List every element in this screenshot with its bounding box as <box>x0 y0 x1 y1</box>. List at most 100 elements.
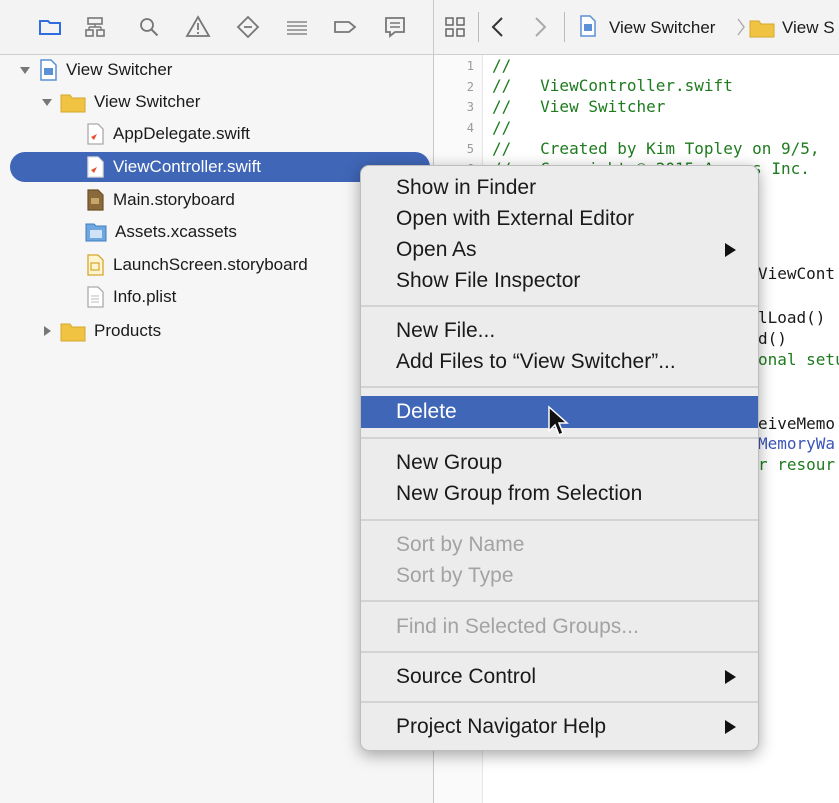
plist-icon <box>87 286 104 308</box>
menu-item-new-group[interactable]: New Group <box>361 447 758 478</box>
submenu-arrow-icon <box>725 243 736 257</box>
tree-label: Main.storyboard <box>113 190 235 209</box>
menu-item-open-external-editor[interactable]: Open with External Editor <box>361 203 758 234</box>
project-file-icon <box>580 15 596 37</box>
menu-separator <box>361 305 758 307</box>
menu-item-source-control[interactable]: Source Control <box>361 661 758 692</box>
line-number: 3 <box>466 100 474 114</box>
storyboard-icon <box>87 254 104 276</box>
menu-item-label: New Group from Selection <box>396 481 643 505</box>
code-line[interactable]: // <box>492 118 511 137</box>
code-line[interactable]: // <box>492 56 511 75</box>
menu-item-open-as[interactable]: Open As <box>361 234 758 265</box>
tree-row-file[interactable]: Main.storyboard <box>85 186 235 214</box>
menu-item-label: Add Files to “View Switcher”... <box>396 349 676 373</box>
code-fragment[interactable]: r resour <box>758 455 835 474</box>
list-icon[interactable] <box>284 14 310 40</box>
disclosure-closed-icon[interactable] <box>40 324 54 338</box>
search-icon[interactable] <box>136 14 162 40</box>
tree-label: AppDelegate.swift <box>113 124 251 143</box>
folder-icon <box>60 94 86 113</box>
code-fragment[interactable]: eiveMemo <box>758 414 835 433</box>
folder-icon <box>749 20 775 38</box>
code-line[interactable]: // ViewController.swift <box>492 76 733 95</box>
menu-item-label: Show File Inspector <box>396 268 581 292</box>
code-line[interactable]: // Created by Kim Topley on 9/5, <box>492 139 820 158</box>
menu-item-show-in-finder[interactable]: Show in Finder <box>361 172 758 203</box>
hierarchy-icon[interactable] <box>82 14 108 40</box>
line-number: 2 <box>466 80 474 94</box>
menu-item-label: New File... <box>396 318 496 342</box>
menu-item-new-file[interactable]: New File... <box>361 315 758 346</box>
tree-label: ViewController.swift <box>113 157 262 176</box>
menu-item-label: Open with External Editor <box>396 206 635 230</box>
tree-label: View Switcher <box>94 92 201 111</box>
breadcrumb-chevron-icon <box>737 18 745 36</box>
disclosure-open-icon[interactable] <box>40 95 54 109</box>
menu-item-label: New Group <box>396 450 503 474</box>
menu-item-label: Show in Finder <box>396 175 537 199</box>
submenu-arrow-icon <box>725 670 736 684</box>
menu-separator <box>361 701 758 703</box>
menu-item-label: Sort by Name <box>396 532 525 556</box>
assets-icon <box>85 223 107 242</box>
grid-icon[interactable] <box>444 16 466 38</box>
menu-item-add-files[interactable]: Add Files to “View Switcher”... <box>361 346 758 377</box>
menu-item-label: Sort by Type <box>396 563 514 587</box>
tree-row-project[interactable]: View Switcher <box>18 56 172 84</box>
tree-label: View Switcher <box>66 60 173 79</box>
tree-label: Info.plist <box>113 287 177 306</box>
diamond-icon[interactable] <box>235 14 261 40</box>
menu-item-label: Find in Selected Groups... <box>396 614 639 638</box>
tree-row-file[interactable]: LaunchScreen.storyboard <box>85 251 308 279</box>
warning-icon[interactable] <box>185 14 211 40</box>
mouse-pointer-icon <box>548 405 569 437</box>
context-menu: Show in Finder Open with External Editor… <box>360 165 759 751</box>
tree-row-file[interactable]: AppDelegate.swift <box>85 120 250 148</box>
tree-row-file[interactable]: Info.plist <box>85 283 176 311</box>
menu-item-sort-by-type: Sort by Type <box>361 560 758 591</box>
line-number: 1 <box>466 59 474 73</box>
navigator-toolbar <box>0 0 433 55</box>
menu-item-label: Open As <box>396 237 477 261</box>
disclosure-open-icon[interactable] <box>18 63 32 77</box>
swift-file-icon <box>87 156 104 178</box>
menu-item-label: Project Navigator Help <box>396 714 607 738</box>
code-fragment[interactable]: MemoryWa <box>758 434 835 453</box>
submenu-arrow-icon <box>725 720 736 734</box>
menu-separator <box>361 386 758 388</box>
back-icon[interactable] <box>490 16 506 38</box>
tag-icon[interactable] <box>332 14 358 40</box>
folder-icon <box>60 323 86 342</box>
code-fragment[interactable]: lLoad() <box>758 308 835 327</box>
code-line[interactable]: // View Switcher <box>492 97 665 116</box>
menu-separator <box>361 651 758 653</box>
code-fragment[interactable]: ViewCont <box>758 264 835 283</box>
menu-item-sort-by-name: Sort by Name <box>361 529 758 560</box>
menu-item-label: Source Control <box>396 664 537 688</box>
menu-item-find-in-selected-groups: Find in Selected Groups... <box>361 611 758 642</box>
tree-label: LaunchScreen.storyboard <box>113 255 308 274</box>
tree-row-group[interactable]: Products <box>40 317 161 345</box>
line-number: 4 <box>466 121 474 135</box>
code-fragment[interactable]: d() <box>758 329 787 348</box>
storyboard-icon <box>87 189 104 211</box>
tree-label: Products <box>94 321 162 340</box>
folder-icon[interactable] <box>37 14 63 40</box>
menu-separator <box>361 600 758 602</box>
code-fragment[interactable]: onal setu <box>758 350 839 369</box>
breadcrumb-group[interactable]: View S <box>782 18 835 38</box>
editor-jump-bar: View Switcher View S <box>434 0 839 55</box>
menu-item-label: Delete <box>396 400 457 423</box>
tree-label: Assets.xcassets <box>115 222 237 241</box>
tree-row-file[interactable]: Assets.xcassets <box>85 218 237 246</box>
project-file-icon <box>40 59 57 81</box>
comment-icon[interactable] <box>382 14 408 40</box>
menu-item-show-file-inspector[interactable]: Show File Inspector <box>361 265 758 296</box>
forward-icon[interactable] <box>532 16 548 38</box>
menu-item-new-group-from-selection[interactable]: New Group from Selection <box>361 478 758 509</box>
menu-item-project-navigator-help[interactable]: Project Navigator Help <box>361 711 758 742</box>
line-number: 5 <box>466 142 474 156</box>
tree-row-group[interactable]: View Switcher <box>40 88 200 116</box>
breadcrumb-project[interactable]: View Switcher <box>609 18 715 38</box>
